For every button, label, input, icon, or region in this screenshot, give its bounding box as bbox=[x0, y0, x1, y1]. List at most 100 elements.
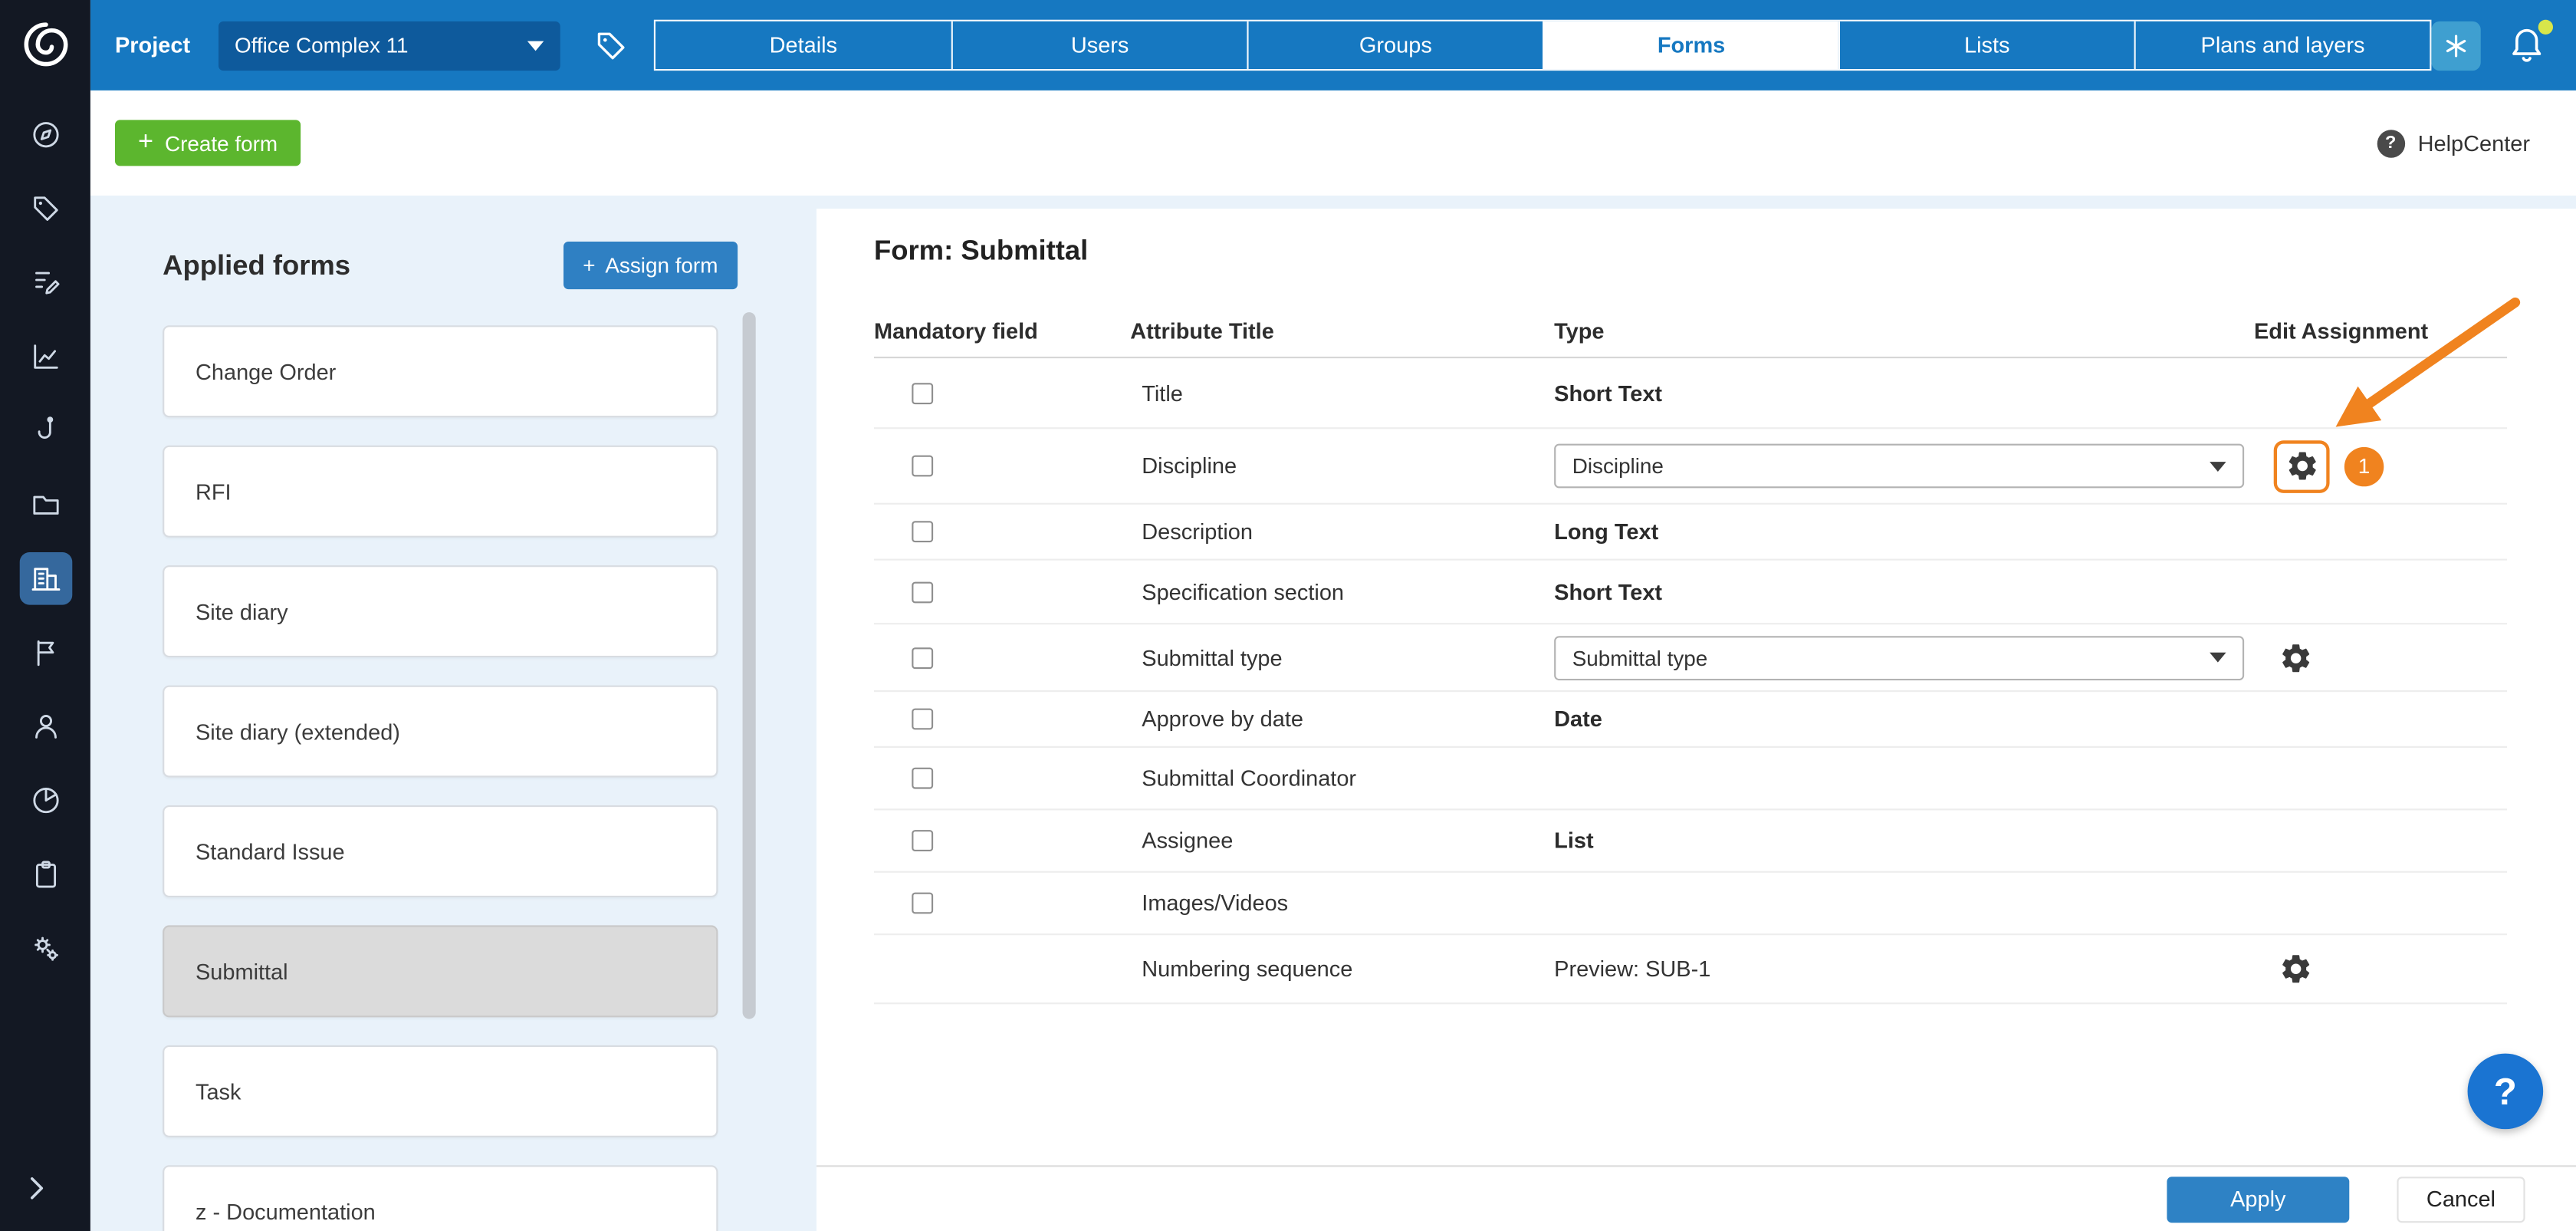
building-icon bbox=[29, 562, 62, 595]
project-label: Project bbox=[115, 33, 190, 58]
sidebar-item-tags[interactable] bbox=[19, 183, 72, 235]
assign-form-button[interactable]: + Assign form bbox=[563, 242, 738, 289]
folder-icon bbox=[29, 488, 62, 521]
table-row-title: Title Short Text bbox=[874, 358, 2507, 429]
crane-hook-icon bbox=[29, 414, 62, 447]
project-selector[interactable]: Office Complex 11 bbox=[219, 21, 560, 70]
project-selector-value: Office Complex 11 bbox=[235, 33, 409, 58]
sidebar-item-people[interactable] bbox=[19, 700, 72, 753]
mandatory-checkbox-specification-section[interactable] bbox=[912, 581, 933, 603]
col-mandatory-field: Mandatory field bbox=[874, 318, 1130, 343]
col-edit-assignment: Edit Assignment bbox=[2254, 318, 2507, 343]
forms-toolbar: + Create form ? HelpCenter bbox=[90, 91, 2576, 196]
annotation-badge: 1 bbox=[2344, 446, 2384, 485]
sidebar-item-compass[interactable] bbox=[19, 108, 72, 161]
tab-users[interactable]: Users bbox=[951, 21, 1247, 69]
compass-icon bbox=[29, 118, 62, 151]
create-form-button[interactable]: + Create form bbox=[115, 120, 301, 166]
help-center-label: HelpCenter bbox=[2418, 130, 2530, 155]
table-row-submittal-coordinator: Submittal Coordinator bbox=[874, 748, 2507, 810]
sidebar-item-projects[interactable] bbox=[19, 552, 72, 605]
tab-lists[interactable]: Lists bbox=[1838, 21, 2134, 69]
form-card-change-order[interactable]: Change Order bbox=[163, 325, 718, 417]
sidebar-item-reports[interactable] bbox=[19, 774, 72, 827]
logo-spiral-icon bbox=[19, 18, 72, 71]
clipboard-icon bbox=[29, 858, 62, 891]
gear-icon bbox=[2285, 449, 2319, 483]
col-attribute-title: Attribute Title bbox=[1130, 318, 1554, 343]
discipline-type-dropdown[interactable]: Discipline bbox=[1554, 444, 2244, 489]
notification-dot bbox=[2538, 19, 2553, 34]
tab-forms[interactable]: Forms bbox=[1543, 21, 1838, 69]
edit-assignment-gear-discipline[interactable] bbox=[2280, 445, 2323, 488]
sidebar-item-tasks[interactable] bbox=[19, 256, 72, 309]
sidebar-item-settings[interactable] bbox=[19, 922, 72, 975]
tab-groups[interactable]: Groups bbox=[1247, 21, 1543, 69]
assign-form-label: Assign form bbox=[605, 253, 718, 278]
form-card-site-diary-extended[interactable]: Site diary (extended) bbox=[163, 686, 718, 778]
cancel-button[interactable]: Cancel bbox=[2397, 1176, 2525, 1222]
mandatory-checkbox-images-videos[interactable] bbox=[912, 893, 933, 914]
mandatory-checkbox-title[interactable] bbox=[912, 382, 933, 403]
mandatory-checkbox-submittal-type[interactable] bbox=[912, 647, 933, 668]
form-card-site-diary[interactable]: Site diary bbox=[163, 565, 718, 657]
project-tabs: Details Users Groups Forms Lists Plans a… bbox=[654, 20, 2432, 71]
tasks-icon bbox=[29, 266, 62, 299]
form-card-standard-issue[interactable]: Standard Issue bbox=[163, 805, 718, 897]
form-detail-panel: Form: Submittal Mandatory field Attribut… bbox=[816, 209, 2576, 1231]
tag-icon[interactable] bbox=[593, 27, 629, 63]
asterisk-icon bbox=[2441, 31, 2471, 61]
sidebar-item-files[interactable] bbox=[19, 479, 72, 532]
person-icon bbox=[29, 710, 62, 743]
form-card-task[interactable]: Task bbox=[163, 1045, 718, 1137]
apply-button[interactable]: Apply bbox=[2167, 1176, 2349, 1222]
mandatory-checkbox-submittal-coordinator[interactable] bbox=[912, 768, 933, 789]
apps-button[interactable] bbox=[2431, 21, 2480, 70]
gears-icon bbox=[29, 932, 62, 965]
edit-assignment-gear-numbering[interactable] bbox=[2274, 947, 2317, 990]
sidebar-expand-button[interactable] bbox=[19, 1162, 72, 1215]
floating-help-button[interactable]: ? bbox=[2468, 1054, 2544, 1130]
tab-plans-and-layers[interactable]: Plans and layers bbox=[2134, 21, 2430, 69]
tab-details[interactable]: Details bbox=[656, 21, 951, 69]
applied-forms-header: Applied forms + Assign form bbox=[163, 240, 738, 291]
gear-highlight-box bbox=[2274, 439, 2330, 492]
piechart-icon bbox=[29, 784, 62, 817]
chevron-down-icon bbox=[2210, 653, 2226, 663]
edit-assignment-gear-submittal-type[interactable] bbox=[2274, 636, 2317, 679]
create-form-label: Create form bbox=[165, 130, 278, 155]
table-row-images-videos: Images/Videos bbox=[874, 873, 2507, 935]
dropdown-value: Discipline bbox=[1572, 453, 1664, 478]
form-card-submittal[interactable]: Submittal bbox=[163, 925, 718, 1017]
help-center-link[interactable]: ? HelpCenter bbox=[2377, 129, 2530, 156]
table-row-assignee: Assignee List bbox=[874, 810, 2507, 872]
sidebar-nav bbox=[19, 108, 72, 974]
left-sidebar bbox=[0, 0, 90, 1231]
col-type: Type bbox=[1554, 318, 2254, 343]
app-logo[interactable] bbox=[14, 13, 76, 75]
sidebar-item-clipboard[interactable] bbox=[19, 848, 72, 901]
chevron-right-icon bbox=[19, 1172, 52, 1205]
gear-icon bbox=[2278, 952, 2312, 986]
form-card-z-documentation[interactable]: z - Documentation bbox=[163, 1165, 718, 1231]
sidebar-item-flags[interactable] bbox=[19, 626, 72, 679]
mandatory-checkbox-approve-by-date[interactable] bbox=[912, 709, 933, 730]
sidebar-item-stats[interactable] bbox=[19, 331, 72, 383]
mandatory-checkbox-discipline[interactable] bbox=[912, 456, 933, 477]
question-icon: ? bbox=[2494, 1069, 2517, 1114]
form-panel-title: Form: Submittal bbox=[874, 235, 2576, 268]
flag-icon bbox=[29, 636, 62, 669]
top-navigation-bar: Project Office Complex 11 Details Users … bbox=[90, 0, 2576, 91]
form-card-rfi[interactable]: RFI bbox=[163, 446, 718, 538]
mandatory-checkbox-description[interactable] bbox=[912, 521, 933, 542]
panel-action-bar: Apply Cancel bbox=[816, 1165, 2576, 1231]
applied-forms-title: Applied forms bbox=[163, 249, 350, 282]
table-row-approve-by-date: Approve by date Date bbox=[874, 692, 2507, 748]
plus-icon: + bbox=[583, 253, 595, 278]
sidebar-item-crane[interactable] bbox=[19, 404, 72, 457]
mandatory-checkbox-assignee[interactable] bbox=[912, 830, 933, 851]
submittal-type-dropdown[interactable]: Submittal type bbox=[1554, 635, 2244, 680]
notifications-button[interactable] bbox=[2507, 24, 2550, 67]
gear-icon bbox=[2278, 640, 2312, 675]
applied-forms-scrollbar[interactable] bbox=[743, 312, 756, 1019]
